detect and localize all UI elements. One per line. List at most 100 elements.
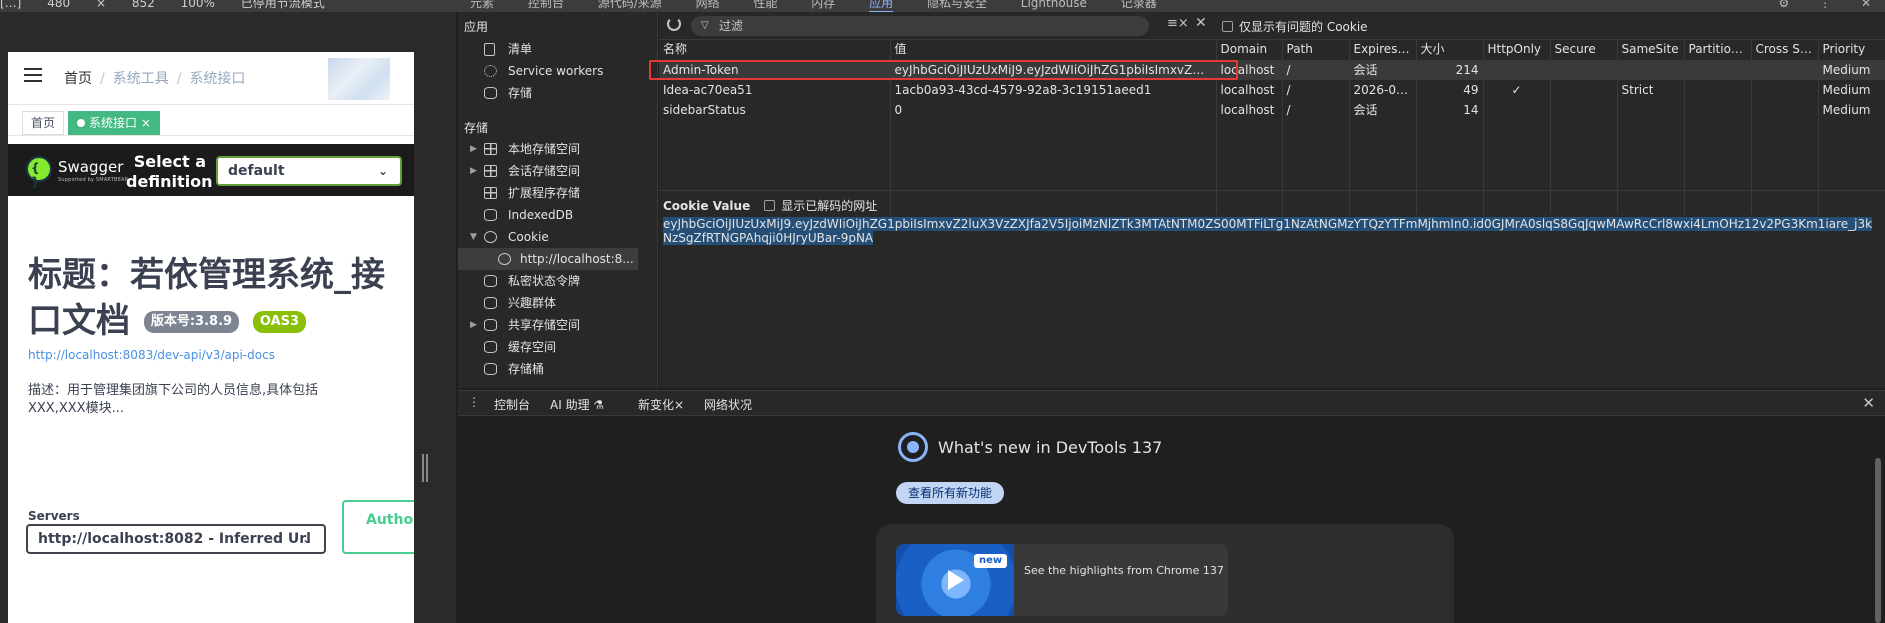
settings-gear-icon[interactable]: ⚙ xyxy=(1779,0,1790,10)
device-toolbar-item[interactable]: 852 xyxy=(132,0,155,10)
cookie-domain[interactable]: localhost xyxy=(1216,100,1283,120)
table-row[interactable]: Admin-Token eyJhbGciOiJIUzUxMiJ9.eyJzdWI… xyxy=(659,60,1885,80)
tab-sources[interactable]: 源代码/来源 xyxy=(598,0,662,11)
drawer-tab-ai-assistant[interactable]: AI 助理 ⚗ xyxy=(550,396,604,413)
tag-close-icon[interactable]: × xyxy=(141,116,151,130)
chevron-right-icon[interactable]: ▶ xyxy=(470,138,477,160)
tab-elements[interactable]: 元素 xyxy=(470,0,494,11)
refresh-icon[interactable] xyxy=(667,17,681,31)
sidebar-item-shared-storage[interactable]: ▶ 共享存储空间 xyxy=(458,314,658,336)
only-issues-checkbox[interactable]: 仅显示有问题的 Cookie xyxy=(1222,18,1368,35)
cookie-partition[interactable] xyxy=(1684,80,1752,100)
column-header[interactable]: 大小 xyxy=(1416,40,1484,61)
scrollbar-thumb[interactable] xyxy=(1875,458,1881,623)
column-header[interactable]: Secure xyxy=(1550,40,1618,61)
cookie-samesite[interactable] xyxy=(1617,60,1685,80)
column-header[interactable]: Domain xyxy=(1216,40,1283,61)
sidebar-item-cache-storage[interactable]: 缓存空间 xyxy=(458,336,658,358)
breadcrumb-home[interactable]: 首页 xyxy=(64,71,92,87)
device-toolbar-item[interactable]: […] xyxy=(0,0,21,10)
cookie-path[interactable]: / xyxy=(1282,100,1350,120)
show-decoded-checkbox[interactable]: 显示已解码的网址 xyxy=(764,199,877,213)
cookie-name[interactable]: Admin-Token xyxy=(659,60,891,80)
clear-filtered-icon[interactable]: ≡× xyxy=(1167,16,1189,31)
cookie-samesite[interactable]: Strict xyxy=(1617,80,1685,100)
sidebar-item-manifest[interactable]: 清单 xyxy=(458,38,658,60)
tab-close-icon[interactable]: × xyxy=(674,398,684,412)
tab-application[interactable]: 应用 xyxy=(869,0,894,12)
cookie-httponly[interactable] xyxy=(1483,60,1551,80)
chevron-right-icon[interactable]: ▶ xyxy=(470,160,477,182)
close-icon[interactable]: ✕ xyxy=(1861,0,1871,10)
tab-privacy-security[interactable]: 隐私与安全 xyxy=(927,0,987,11)
cookie-value[interactable]: 0 xyxy=(890,100,1217,120)
cookie-secure[interactable] xyxy=(1550,60,1618,80)
drawer-scrollbar[interactable] xyxy=(1875,422,1881,623)
cookie-partition[interactable] xyxy=(1684,60,1752,80)
breadcrumb-tools[interactable]: 系统工具 xyxy=(113,71,169,87)
device-toolbar-item[interactable]: 480 xyxy=(47,0,70,10)
cookie-expires[interactable]: 2026-06... xyxy=(1349,80,1417,100)
sidebar-item-indexeddb[interactable]: IndexedDB xyxy=(458,204,658,226)
see-all-features-button[interactable]: 查看所有新功能 xyxy=(896,482,1005,504)
cookie-name[interactable]: sidebarStatus xyxy=(659,100,891,120)
column-header[interactable]: Expires ... xyxy=(1349,40,1417,61)
column-header[interactable]: Priority xyxy=(1818,40,1885,61)
sidebar-item-local-storage[interactable]: ▶ 本地存储空间 xyxy=(458,138,658,160)
sidebar-item-storage[interactable]: 存储 xyxy=(458,82,658,104)
delete-all-icon[interactable]: ✕ xyxy=(1195,15,1207,31)
cookie-httponly[interactable]: ✓ xyxy=(1483,80,1551,100)
cookie-samesite[interactable] xyxy=(1617,100,1685,120)
hamburger-menu-icon[interactable] xyxy=(24,68,42,84)
cookie-path[interactable]: / xyxy=(1282,60,1350,80)
sidebar-item-cookies[interactable]: ▼ Cookie xyxy=(458,226,658,248)
drawer-tab-console[interactable]: 控制台 xyxy=(494,396,530,413)
avatar[interactable] xyxy=(328,58,390,100)
sidebar-item-private-state-tokens[interactable]: 私密状态令牌 xyxy=(458,270,658,292)
api-docs-link[interactable]: http://localhost:8083/dev-api/v3/api-doc… xyxy=(28,348,275,362)
authorize-button[interactable]: Author xyxy=(342,500,414,554)
resize-handle[interactable] xyxy=(422,454,428,482)
tab-console[interactable]: 控制台 xyxy=(528,0,564,11)
cookie-value[interactable]: eyJhbGciOiJIUzUxMiJ9.eyJzdWIiOiJhZG1pbiI… xyxy=(890,60,1217,80)
sidebar-item-interest-groups[interactable]: 兴趣群体 xyxy=(458,292,658,314)
cookie-httponly[interactable] xyxy=(1483,100,1551,120)
cookie-partition[interactable] xyxy=(1684,100,1752,120)
cookie-value[interactable]: 1acb0a93-43cd-4579-92a8-3c19151aeed1 xyxy=(890,80,1217,100)
chevron-right-icon[interactable]: ▶ xyxy=(470,314,477,336)
cookie-domain[interactable]: localhost xyxy=(1216,80,1283,100)
column-header[interactable]: Cross Site xyxy=(1751,40,1819,61)
sidebar-item-extension-storage[interactable]: 扩展程序存储 xyxy=(458,182,658,204)
servers-select[interactable]: http://localhost:8082 - Inferred Url ⌄ xyxy=(26,524,326,554)
close-drawer-icon[interactable]: ✕ xyxy=(1862,394,1875,412)
more-vert-icon[interactable]: ⋮ xyxy=(1819,0,1831,10)
filter-input[interactable]: ▽ 过滤 xyxy=(691,16,1149,36)
cookie-priority[interactable]: Medium xyxy=(1818,80,1885,100)
table-row[interactable]: sidebarStatus 0 localhost / 会话 14 Medium xyxy=(659,100,1885,120)
sidebar-item-service-workers[interactable]: Service workers xyxy=(458,60,658,82)
column-header[interactable]: 值 xyxy=(890,40,1217,61)
cookie-expires[interactable]: 会话 xyxy=(1349,100,1417,120)
tag-system-api[interactable]: 系统接口 × xyxy=(68,111,160,135)
more-tools-icon[interactable]: ⋮ xyxy=(468,395,480,409)
sidebar-item-session-storage[interactable]: ▶ 会话存储空间 xyxy=(458,160,658,182)
column-header[interactable]: Path xyxy=(1282,40,1350,61)
drawer-tab-network-conditions[interactable]: 网络状况 xyxy=(704,396,752,413)
device-toolbar-item[interactable]: 100% xyxy=(181,0,215,10)
cookie-domain[interactable]: localhost xyxy=(1216,60,1283,80)
tag-home[interactable]: 首页 xyxy=(22,111,65,135)
cookie-name[interactable]: Idea-ac70ea51 xyxy=(659,80,891,100)
table-row[interactable]: Idea-ac70ea51 1acb0a93-43cd-4579-92a8-3c… xyxy=(659,80,1885,100)
device-toolbar-item[interactable]: 已停用节流模式 xyxy=(241,0,325,11)
cookie-priority[interactable]: Medium xyxy=(1818,60,1885,80)
cookie-path[interactable]: / xyxy=(1282,80,1350,100)
tab-network[interactable]: 网络 xyxy=(696,0,720,11)
column-header[interactable]: SameSite xyxy=(1617,40,1685,61)
tab-memory[interactable]: 内存 xyxy=(811,0,835,11)
chevron-down-icon[interactable]: ▼ xyxy=(470,226,477,248)
column-header[interactable]: HttpOnly xyxy=(1483,40,1551,61)
cookie-value-text[interactable]: eyJhbGciOiJIUzUxMiJ9.eyJzdWIiOiJhZG1pbiI… xyxy=(663,217,1877,245)
sidebar-item-storage-buckets[interactable]: 存储桶 xyxy=(458,358,658,380)
column-header[interactable]: 名称 xyxy=(659,40,891,61)
cookie-expires[interactable]: 会话 xyxy=(1349,60,1417,80)
